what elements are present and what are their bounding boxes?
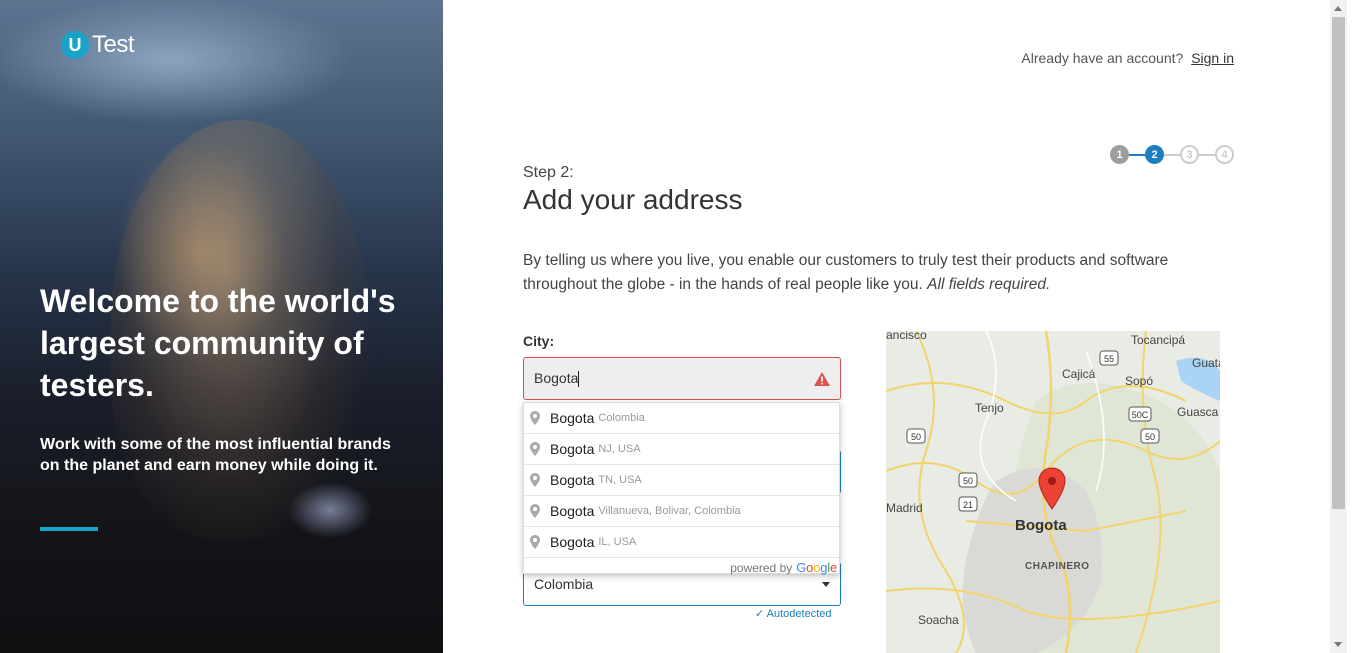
autocomplete-option[interactable]: Bogota NJ, USA — [524, 434, 839, 465]
option-secondary: NJ, USA — [598, 443, 641, 455]
signin-prompt: Already have an account? Sign in — [1021, 50, 1234, 66]
step-4: 4 — [1215, 145, 1234, 164]
option-secondary: TN, USA — [598, 474, 642, 486]
option-main: Bogota — [550, 441, 595, 457]
checkmark-icon: ✓ — [755, 608, 765, 620]
autocomplete-option[interactable]: Bogota Colombia — [524, 403, 839, 434]
location-pin-icon — [530, 504, 540, 518]
powered-by-google: powered by Google — [524, 558, 839, 577]
scroll-down-arrow-icon[interactable] — [1334, 642, 1342, 647]
city-label: City: — [523, 333, 555, 349]
text-caret — [578, 371, 580, 388]
location-pin-icon — [530, 473, 540, 487]
option-secondary: Colombia — [598, 412, 645, 424]
country-value: Colombia — [534, 576, 594, 592]
svg-text:21: 21 — [963, 500, 973, 510]
location-map[interactable]: ancisco Tocancipá Guata Cajicá Sopó Tenj… — [886, 331, 1220, 653]
warning-icon — [814, 371, 830, 386]
option-main: Bogota — [550, 534, 595, 550]
route-shield-50: 50 — [1140, 428, 1160, 444]
hero-panel: U Test Welcome to the world's largest co… — [0, 0, 443, 653]
map-marker-icon[interactable] — [1038, 467, 1066, 510]
intro-text: By telling us where you live, you enable… — [523, 249, 1213, 297]
location-pin-icon — [530, 411, 540, 425]
scroll-thumb[interactable] — [1332, 17, 1345, 509]
route-shield-21: 21 — [958, 496, 978, 512]
svg-text:50: 50 — [1145, 432, 1155, 442]
city-input[interactable]: Bogota — [523, 357, 841, 400]
intro-emphasis: All fields required. — [927, 276, 1051, 293]
step-connector — [1164, 153, 1180, 156]
account-prompt-text: Already have an account? — [1021, 50, 1184, 66]
utest-logo[interactable]: U Test — [61, 31, 135, 59]
route-shield-50: 50 — [958, 472, 978, 488]
option-main: Bogota — [550, 503, 595, 519]
city-input-value: Bogota — [534, 369, 580, 388]
hero-subtitle: Work with some of the most influential b… — [40, 436, 391, 474]
map-overlay: 55 50C 50 50 50 21 — [906, 350, 1160, 512]
step-indicator: 1 2 3 4 — [1110, 145, 1234, 164]
autocomplete-option[interactable]: Bogota Villanueva, Bolivar, Colombia — [524, 496, 839, 527]
intro-body: By telling us where you live, you enable… — [523, 252, 1169, 293]
autodetected-label: ✓ Autodetected — [755, 608, 832, 620]
step-connector — [1129, 153, 1145, 156]
route-shield-55: 55 — [1099, 350, 1119, 366]
location-pin-icon — [530, 535, 540, 549]
svg-text:55: 55 — [1104, 354, 1114, 364]
city-autocomplete: Bogota Colombia Bogota NJ, USA Bogota TN… — [523, 402, 840, 577]
logo-text: Test — [92, 31, 135, 58]
option-main: Bogota — [550, 472, 595, 488]
scroll-up-arrow-icon[interactable] — [1334, 6, 1342, 11]
page-scrollbar[interactable] — [1330, 0, 1347, 653]
logo-mark: U — [61, 31, 89, 59]
location-pin-icon — [530, 442, 540, 456]
google-logo: Google — [796, 560, 837, 575]
route-shield-50: 50 — [906, 428, 926, 444]
sign-in-link[interactable]: Sign in — [1191, 50, 1234, 66]
hero-accent-bar — [40, 527, 98, 531]
page-title: Add your address — [523, 184, 743, 215]
svg-text:50: 50 — [911, 432, 921, 442]
step-2: 2 — [1145, 145, 1164, 164]
step-label: Step 2: — [523, 164, 574, 181]
option-main: Bogota — [550, 410, 595, 426]
autocomplete-option[interactable]: Bogota IL, USA — [524, 527, 839, 558]
option-secondary: IL, USA — [598, 536, 637, 548]
route-shield-50c: 50C — [1128, 406, 1152, 422]
option-secondary: Villanueva, Bolivar, Colombia — [598, 505, 741, 517]
svg-text:50: 50 — [963, 476, 973, 486]
chevron-down-icon — [822, 581, 830, 587]
powered-by-text: powered by — [730, 560, 793, 575]
step-3: 3 — [1180, 145, 1199, 164]
step-connector — [1199, 153, 1215, 156]
hero-title: Welcome to the world's largest community… — [40, 283, 396, 403]
autocomplete-option[interactable]: Bogota TN, USA — [524, 465, 839, 496]
step-1: 1 — [1110, 145, 1129, 164]
svg-text:50C: 50C — [1132, 410, 1149, 420]
